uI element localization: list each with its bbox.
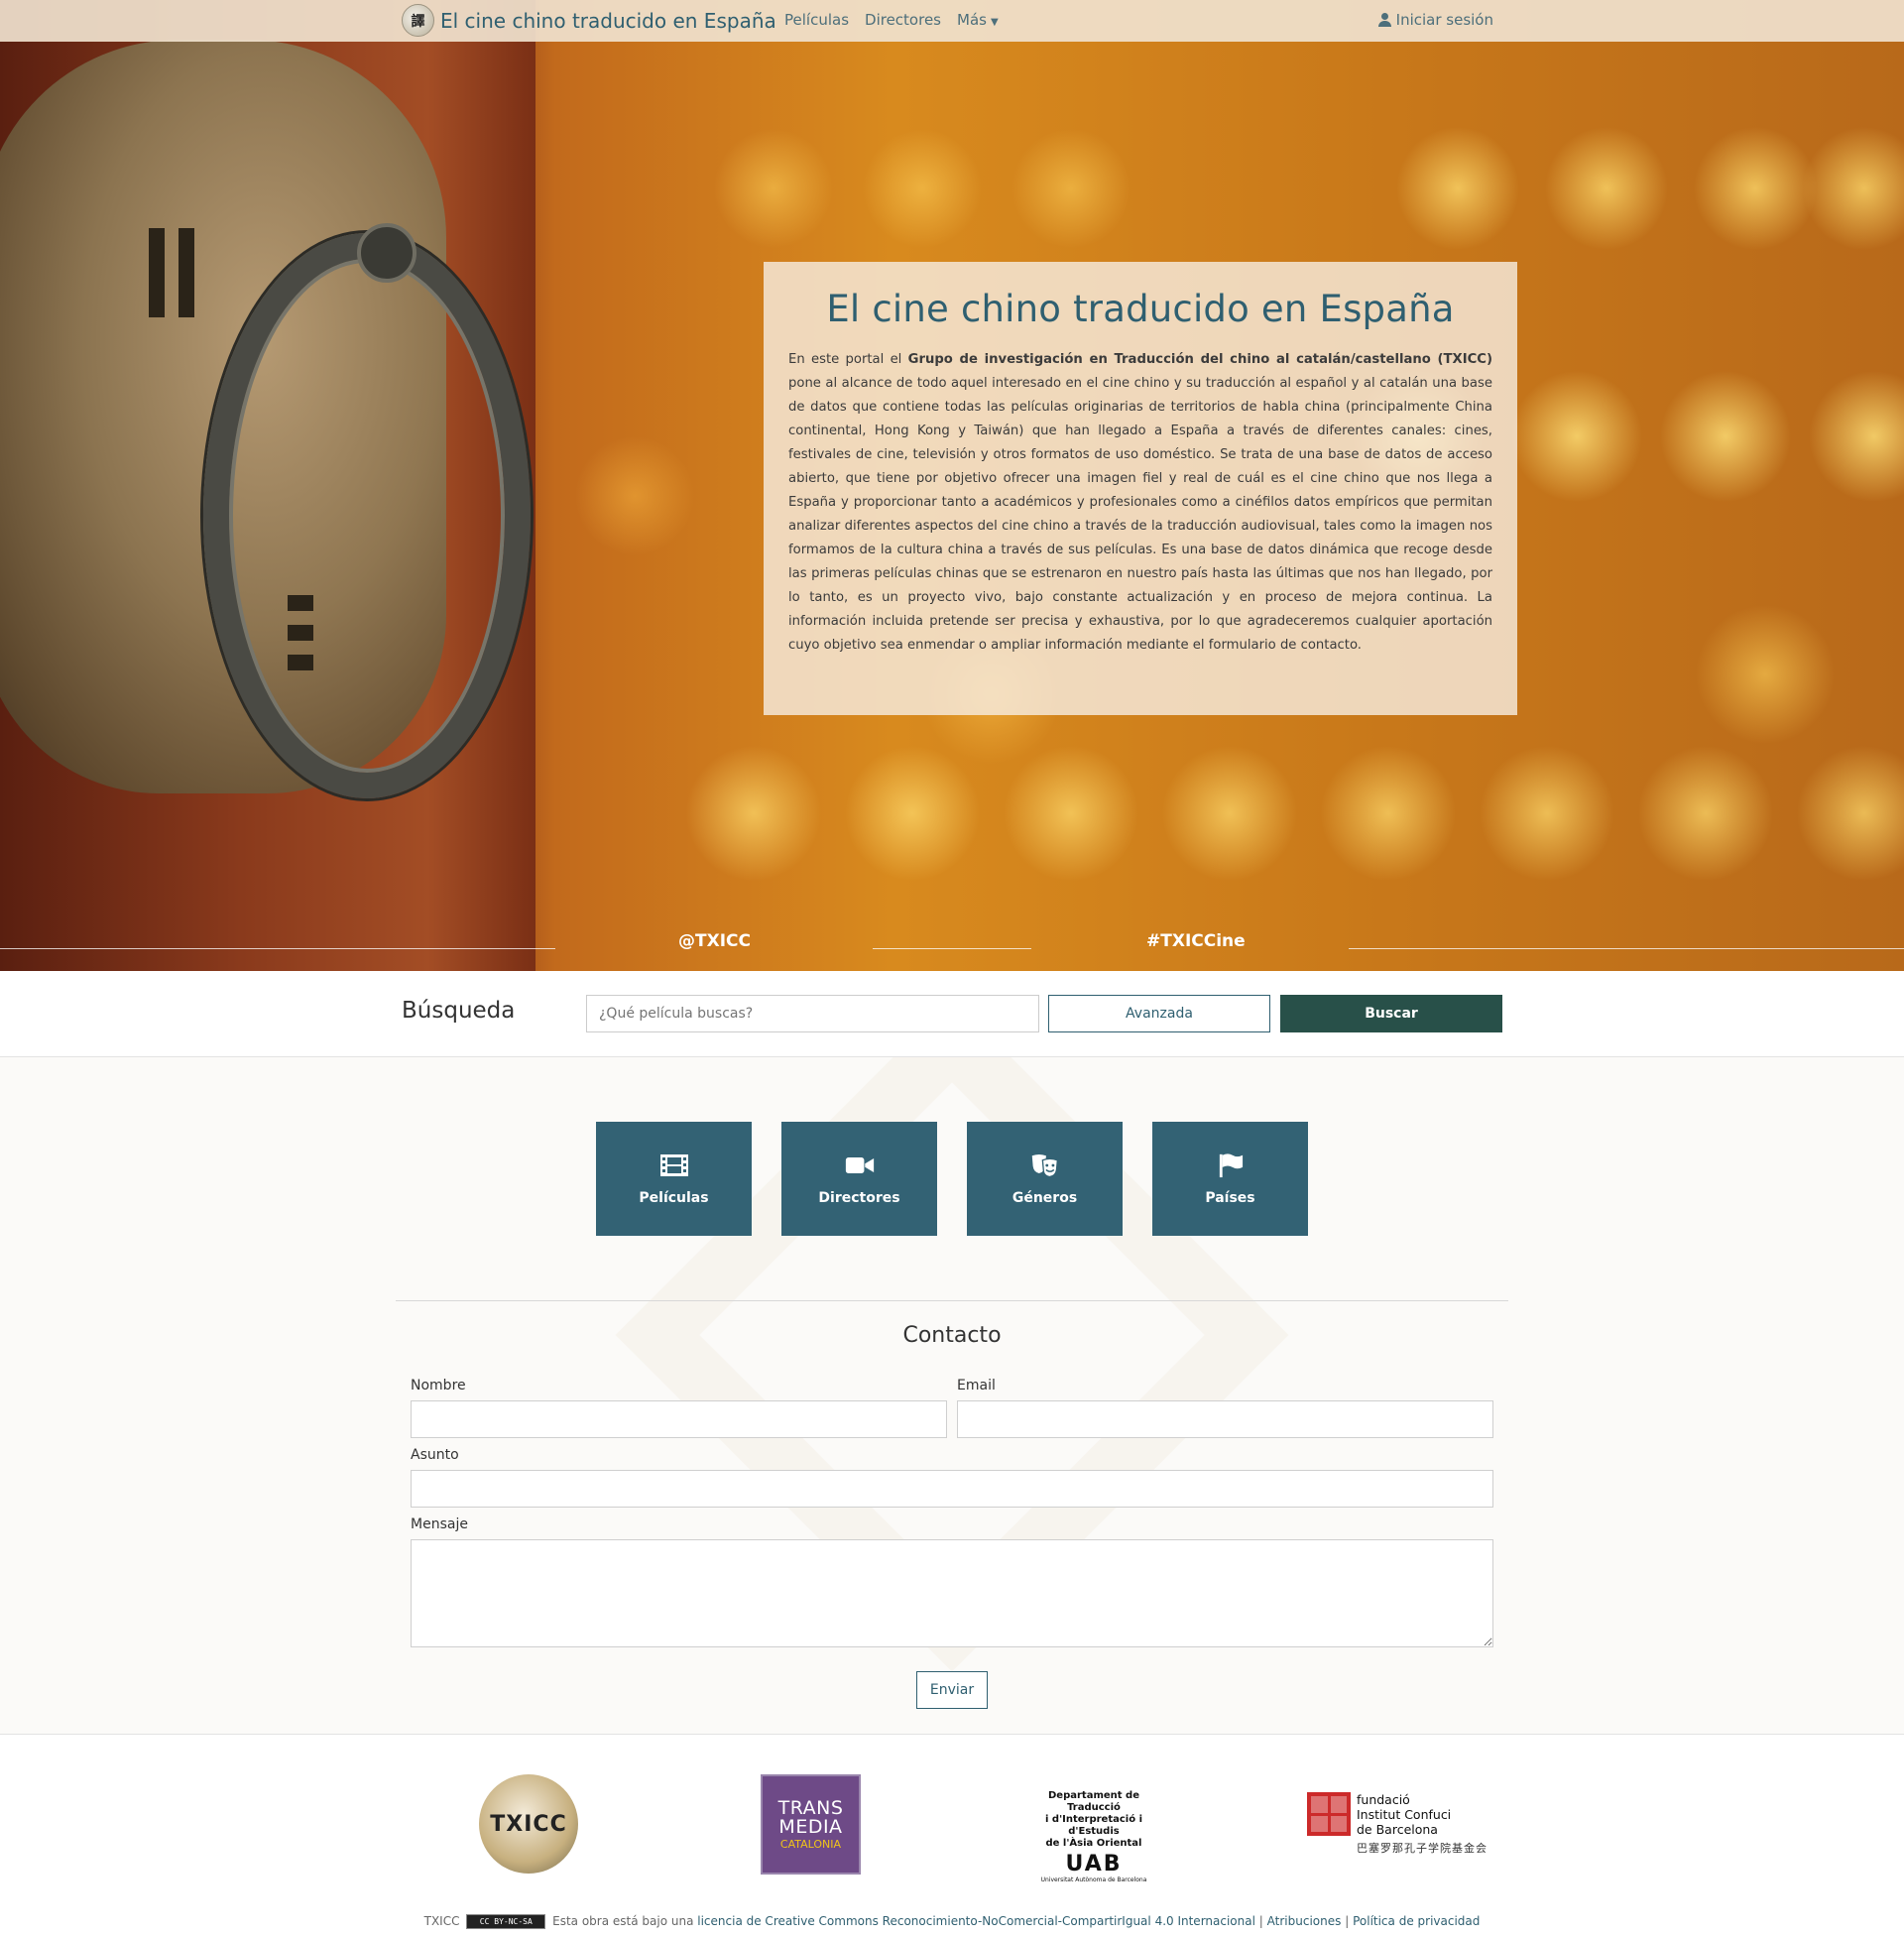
intro-panel: El cine chino traducido en España En est… — [764, 262, 1517, 715]
user-icon — [1377, 13, 1391, 27]
name-label: Nombre — [411, 1378, 466, 1393]
search-button[interactable]: Buscar — [1280, 995, 1502, 1032]
brand-logo: 譯 — [402, 4, 434, 37]
category-tiles: Películas Directores Géneros Países — [596, 1122, 1308, 1236]
brand-title: El cine chino traducido en España — [440, 8, 776, 33]
brand-link[interactable]: 譯 El cine chino traducido en España — [402, 4, 776, 37]
privacy-link[interactable]: Política de privacidad — [1353, 1914, 1480, 1928]
flag-icon — [1219, 1152, 1243, 1177]
video-camera-icon — [845, 1156, 874, 1173]
door-knocker-knob — [357, 223, 416, 283]
social-strip: @TXICC #TXICCine — [0, 931, 1904, 961]
intro-paragraph: En este portal el Grupo de investigación… — [788, 352, 1492, 653]
send-button[interactable]: Enviar — [916, 1671, 988, 1709]
tile-peliculas[interactable]: Películas — [596, 1122, 752, 1236]
message-label: Mensaje — [411, 1516, 468, 1532]
attributions-link[interactable]: Atribuciones — [1267, 1914, 1342, 1928]
theater-masks-icon — [1031, 1153, 1058, 1177]
license-link[interactable]: licencia de Creative Commons Reconocimie… — [697, 1914, 1255, 1928]
search-input[interactable] — [586, 995, 1039, 1032]
contact-title: Contacto — [902, 1323, 1002, 1348]
tile-directores[interactable]: Directores — [781, 1122, 937, 1236]
caret-down-icon: ▼ — [990, 17, 999, 28]
hero-banner: El cine chino traducido en España En est… — [0, 0, 1904, 971]
message-field[interactable] — [411, 1539, 1493, 1647]
search-title: Búsqueda — [402, 998, 516, 1024]
transmedia-catalonia-logo[interactable]: TRANS MEDIA CATALONIA — [761, 1774, 861, 1875]
cc-license-badge[interactable]: CC BY-NC-SA — [466, 1914, 546, 1929]
email-field[interactable] — [957, 1400, 1493, 1438]
advanced-search-button[interactable]: Avanzada — [1048, 995, 1270, 1032]
name-field[interactable] — [411, 1400, 947, 1438]
login-link[interactable]: Iniciar sesión — [1377, 11, 1493, 29]
subject-label: Asunto — [411, 1447, 459, 1463]
film-icon — [659, 1153, 688, 1176]
research-group-name: Grupo de investigación en Traducción del… — [907, 352, 1492, 367]
institut-confuci-logo[interactable]: fundació Institut Confuci de Barcelona 巴… — [1307, 1792, 1488, 1856]
txicc-logo[interactable]: TXICC — [479, 1774, 578, 1874]
door-knocker-ring — [203, 233, 531, 798]
nav-peliculas[interactable]: Películas — [784, 11, 849, 29]
section-divider — [396, 1300, 1508, 1301]
confucius-seal-icon — [1307, 1792, 1351, 1836]
tile-paises[interactable]: Países — [1152, 1122, 1308, 1236]
uab-department-logo[interactable]: Departament de Traducció i d'Interpretac… — [1026, 1790, 1161, 1883]
nav-directores[interactable]: Directores — [865, 11, 941, 29]
top-navbar: 譯 El cine chino traducido en España Pelí… — [0, 0, 1904, 42]
nav-mas-dropdown[interactable]: Más ▼ — [957, 11, 999, 29]
license-line: TXICC CC BY-NC-SA Esta obra está bajo un… — [423, 1914, 1481, 1929]
hero-title: El cine chino traducido en España — [826, 288, 1455, 330]
email-label: Email — [957, 1378, 996, 1393]
nav-links: Películas Directores Más ▼ — [784, 11, 999, 29]
hashtag-link[interactable]: #TXICCine — [1146, 931, 1246, 951]
search-bar: Búsqueda Avanzada Buscar — [0, 971, 1904, 1057]
footer: TXICC TRANS MEDIA CATALONIA Departament … — [0, 1734, 1904, 1938]
twitter-handle-link[interactable]: @TXICC — [678, 931, 751, 951]
tile-generos[interactable]: Géneros — [967, 1122, 1123, 1236]
subject-field[interactable] — [411, 1470, 1493, 1508]
